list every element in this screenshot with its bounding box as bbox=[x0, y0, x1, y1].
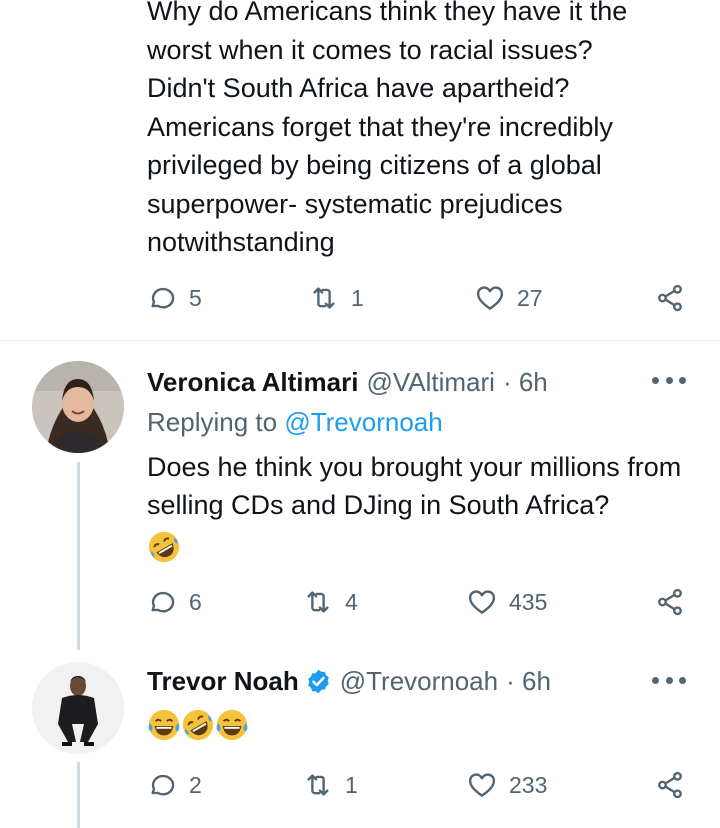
timestamp[interactable]: · 6h bbox=[506, 665, 551, 697]
like-action[interactable]: 27 bbox=[475, 278, 543, 318]
tweet-text bbox=[147, 704, 707, 744]
rolling-on-floor-laughing-emoji bbox=[147, 530, 181, 564]
heart-icon bbox=[467, 770, 497, 800]
reply-action[interactable]: 6 bbox=[147, 582, 202, 622]
like-action[interactable]: 233 bbox=[467, 765, 547, 805]
share-action[interactable] bbox=[655, 582, 685, 622]
username[interactable]: @VAltimari bbox=[366, 366, 494, 398]
reply-icon bbox=[147, 283, 177, 313]
rolling-on-floor-laughing-emoji bbox=[181, 708, 215, 742]
retweet-icon bbox=[303, 770, 333, 800]
divider bbox=[0, 340, 720, 341]
tweet-text-content: Does he think you brought your millions … bbox=[147, 452, 682, 520]
heart-icon bbox=[475, 283, 505, 313]
retweet-action[interactable]: 1 bbox=[309, 278, 364, 318]
reply-icon bbox=[147, 770, 177, 800]
retweet-count: 4 bbox=[345, 588, 358, 615]
reply-icon bbox=[147, 587, 177, 617]
replying-link[interactable]: @Trevornoah bbox=[284, 407, 442, 437]
more-options-icon[interactable] bbox=[652, 677, 686, 687]
retweet-action[interactable]: 1 bbox=[303, 765, 358, 805]
like-count: 27 bbox=[517, 284, 543, 311]
display-name[interactable]: Veronica Altimari bbox=[147, 366, 358, 398]
heart-icon bbox=[467, 587, 497, 617]
retweet-icon bbox=[303, 587, 333, 617]
retweet-icon bbox=[309, 283, 339, 313]
username[interactable]: @Trevornoah bbox=[340, 665, 498, 697]
face-with-tears-of-joy-emoji bbox=[147, 708, 181, 742]
share-icon bbox=[655, 770, 685, 800]
tweet-text: Why do Americans think they have it the … bbox=[147, 0, 628, 257]
reply-action[interactable]: 2 bbox=[147, 765, 202, 805]
tweet-actions: 5 1 27 bbox=[147, 278, 692, 318]
avatar-photo bbox=[32, 662, 124, 754]
share-action[interactable] bbox=[655, 765, 685, 805]
reply-count: 6 bbox=[189, 588, 202, 615]
thread-line bbox=[77, 462, 80, 650]
face-with-tears-of-joy-emoji bbox=[215, 708, 249, 742]
reply-count: 2 bbox=[189, 771, 202, 798]
retweet-count: 1 bbox=[351, 284, 364, 311]
more-options-icon[interactable] bbox=[652, 377, 686, 387]
replying-label: Replying to bbox=[147, 407, 278, 437]
verified-badge-icon bbox=[307, 669, 329, 693]
tweet-actions: 6 4 435 bbox=[147, 582, 692, 622]
tweet-header: Veronica Altimari @VAltimari · 6h bbox=[147, 366, 548, 398]
tweet-actions: 2 1 233 bbox=[147, 765, 692, 805]
timestamp[interactable]: · 6h bbox=[503, 366, 548, 398]
like-count: 435 bbox=[509, 588, 548, 615]
share-icon bbox=[655, 587, 685, 617]
like-count: 233 bbox=[509, 771, 548, 798]
like-action[interactable]: 435 bbox=[467, 582, 547, 622]
tweet-header: Trevor Noah @Trevornoah · 6h bbox=[147, 665, 551, 697]
share-icon bbox=[655, 283, 685, 313]
retweet-action[interactable]: 4 bbox=[303, 582, 358, 622]
thread-line bbox=[77, 762, 80, 828]
display-name[interactable]: Trevor Noah bbox=[147, 665, 299, 697]
avatar[interactable] bbox=[32, 662, 124, 754]
retweet-count: 1 bbox=[345, 771, 358, 798]
avatar[interactable] bbox=[32, 361, 124, 453]
replying-to: Replying to @Trevornoah bbox=[147, 407, 443, 438]
share-action[interactable] bbox=[655, 278, 685, 318]
avatar-photo bbox=[32, 361, 124, 453]
reply-action[interactable]: 5 bbox=[147, 278, 202, 318]
tweet-text: Does he think you brought your millions … bbox=[147, 448, 707, 564]
reply-count: 5 bbox=[189, 284, 202, 311]
